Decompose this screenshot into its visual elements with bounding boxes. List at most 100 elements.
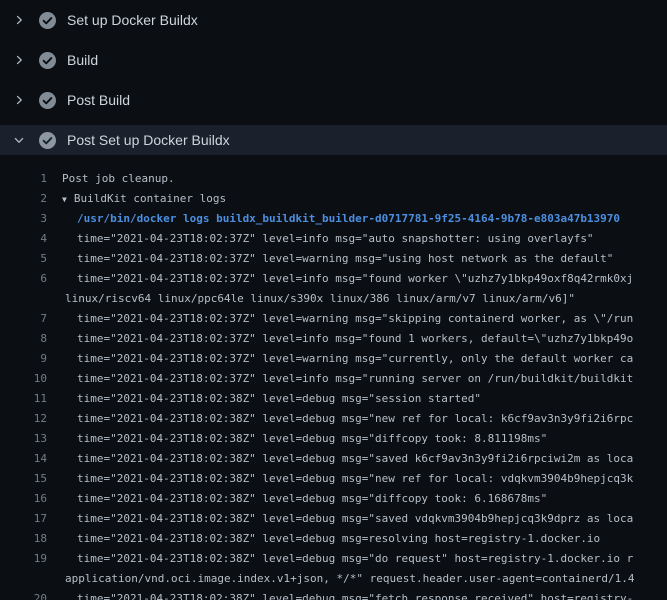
line-number[interactable]: 1 [0,169,47,189]
line-number[interactable]: 12 [0,409,47,429]
log-line-row[interactable]: 15 time="2021-04-23T18:02:38Z" level=debu… [0,469,667,489]
log-text: time="2021-04-23T18:02:37Z" level=warnin… [77,249,613,269]
log-text-value: time="2021-04-23T18:02:38Z" level=debug … [77,432,547,445]
log-text-value: /usr/bin/docker logs buildx_buildkit_bui… [77,212,620,225]
log-text: time="2021-04-23T18:02:38Z" level=debug … [77,409,633,429]
log-line-row[interactable]: application/vnd.oci.image.index.v1+json,… [0,569,667,589]
log-line-row[interactable]: 18 time="2021-04-23T18:02:38Z" level=debu… [0,529,667,549]
line-number[interactable]: 17 [0,509,47,529]
log-text-value: time="2021-04-23T18:02:37Z" level=info m… [77,232,594,245]
log-line-row[interactable]: 19 time="2021-04-23T18:02:38Z" level=debu… [0,549,667,569]
log-text-value: linux/riscv64 linux/ppc64le linux/s390x … [65,292,575,305]
step-build[interactable]: Build [0,40,667,80]
log-line-row[interactable]: 7 time="2021-04-23T18:02:37Z" level=warni… [0,309,667,329]
step-label: Post Build [67,92,130,108]
log-line-row[interactable]: 17 time="2021-04-23T18:02:38Z" level=debu… [0,509,667,529]
log-text: time="2021-04-23T18:02:38Z" level=debug … [77,429,547,449]
log-text-value: time="2021-04-23T18:02:37Z" level=warnin… [77,312,633,325]
step-label: Post Set up Docker Buildx [67,132,230,148]
line-number[interactable]: 16 [0,489,47,509]
log-text: time="2021-04-23T18:02:37Z" level=info m… [77,329,633,349]
log-text: Post job cleanup. [62,169,175,189]
log-group-toggle-icon[interactable]: ▼ [62,195,67,204]
line-number[interactable]: 20 [0,589,47,600]
line-number[interactable]: 13 [0,429,47,449]
log-text: time="2021-04-23T18:02:38Z" level=debug … [77,389,481,409]
log-line-row[interactable]: 11 time="2021-04-23T18:02:38Z" level=debu… [0,389,667,409]
log-line-row[interactable]: 6 time="2021-04-23T18:02:37Z" level=info … [0,269,667,289]
log-text: time="2021-04-23T18:02:38Z" level=debug … [77,509,633,529]
log-line-row[interactable]: 3/usr/bin/docker logs buildx_buildkit_bu… [0,209,667,229]
line-number[interactable]: 11 [0,389,47,409]
chevron-right-icon[interactable] [12,93,26,107]
log-text: time="2021-04-23T18:02:37Z" level=info m… [77,269,633,289]
log-text-value: time="2021-04-23T18:02:37Z" level=info m… [77,272,633,285]
line-number[interactable]: 2 [0,189,47,209]
log-text-value: time="2021-04-23T18:02:38Z" level=debug … [77,472,633,485]
line-number[interactable]: 4 [0,229,47,249]
log-line-row[interactable]: linux/riscv64 linux/ppc64le linux/s390x … [0,289,667,309]
log-line-row[interactable]: 8 time="2021-04-23T18:02:37Z" level=info … [0,329,667,349]
log-text: time="2021-04-23T18:02:38Z" level=debug … [77,549,633,569]
log-text: time="2021-04-23T18:02:38Z" level=debug … [77,529,600,549]
log-text-value: BuildKit container logs [74,192,226,205]
log-line-row[interactable]: 9 time="2021-04-23T18:02:37Z" level=warni… [0,349,667,369]
line-number[interactable]: 10 [0,369,47,389]
log-text-value: time="2021-04-23T18:02:38Z" level=debug … [77,412,633,425]
check-circle-icon [39,52,56,69]
step-label: Set up Docker Buildx [67,12,198,28]
line-number[interactable]: 14 [0,449,47,469]
log-text-value: time="2021-04-23T18:02:38Z" level=debug … [77,392,481,405]
step-list: Set up Docker Buildx Build Post Build Po… [0,0,667,155]
log-text: time="2021-04-23T18:02:38Z" level=debug … [77,589,633,600]
step-post-set-up-docker-buildx[interactable]: Post Set up Docker Buildx [0,125,667,155]
log-text: time="2021-04-23T18:02:38Z" level=debug … [77,469,633,489]
step-set-up-docker-buildx[interactable]: Set up Docker Buildx [0,0,667,40]
log-text-value: application/vnd.oci.image.index.v1+json,… [65,572,635,585]
log-text-value: time="2021-04-23T18:02:37Z" level=warnin… [77,252,613,265]
chevron-right-icon[interactable] [12,53,26,67]
chevron-down-icon[interactable] [12,133,26,147]
check-circle-icon [39,132,56,149]
line-number[interactable]: 3 [0,209,47,229]
log-command-text: /usr/bin/docker logs buildx_buildkit_bui… [77,209,620,229]
line-number[interactable]: 8 [0,329,47,349]
line-number[interactable]: 19 [0,549,47,569]
log-text: time="2021-04-23T18:02:37Z" level=warnin… [77,309,633,329]
line-number[interactable]: 15 [0,469,47,489]
log-line-row[interactable]: 13 time="2021-04-23T18:02:38Z" level=debu… [0,429,667,449]
log-text: time="2021-04-23T18:02:38Z" level=debug … [77,449,633,469]
check-circle-icon [39,12,56,29]
log-line-row[interactable]: 10 time="2021-04-23T18:02:37Z" level=info… [0,369,667,389]
log-text-value: time="2021-04-23T18:02:37Z" level=info m… [77,332,633,345]
check-circle-icon [39,92,56,109]
log-line-row[interactable]: 16 time="2021-04-23T18:02:38Z" level=debu… [0,489,667,509]
log-line-row[interactable]: 20 time="2021-04-23T18:02:38Z" level=debu… [0,589,667,600]
log-text-value: time="2021-04-23T18:02:38Z" level=debug … [77,452,633,465]
log-line-row[interactable]: 12 time="2021-04-23T18:02:38Z" level=debu… [0,409,667,429]
log-text: time="2021-04-23T18:02:37Z" level=warnin… [77,349,633,369]
log-line-row[interactable]: 1 Post job cleanup. [0,169,667,189]
step-label: Build [67,52,98,68]
line-number[interactable]: 9 [0,349,47,369]
log-line-row[interactable]: 2 ▼ BuildKit container logs [0,189,667,209]
log-text-value: Post job cleanup. [62,172,175,185]
line-number[interactable]: 18 [0,529,47,549]
log-text-value: time="2021-04-23T18:02:37Z" level=info m… [77,372,633,385]
log-text: linux/riscv64 linux/ppc64le linux/s390x … [65,289,575,309]
chevron-right-icon[interactable] [12,13,26,27]
step-post-build[interactable]: Post Build [0,80,667,120]
log-text-value: time="2021-04-23T18:02:38Z" level=debug … [77,592,633,600]
log-text-value: time="2021-04-23T18:02:38Z" level=debug … [77,492,547,505]
line-number[interactable]: 5 [0,249,47,269]
line-number[interactable]: 7 [0,309,47,329]
line-number[interactable]: 6 [0,269,47,289]
log-line-row[interactable]: 14 time="2021-04-23T18:02:38Z" level=debu… [0,449,667,469]
log-text: time="2021-04-23T18:02:37Z" level=info m… [77,229,594,249]
log-text-value: time="2021-04-23T18:02:37Z" level=warnin… [77,352,633,365]
log-text-value: time="2021-04-23T18:02:38Z" level=debug … [77,532,600,545]
log-text: time="2021-04-23T18:02:38Z" level=debug … [77,489,547,509]
log-line-row[interactable]: 4 time="2021-04-23T18:02:37Z" level=info … [0,229,667,249]
log-line-row[interactable]: 5 time="2021-04-23T18:02:37Z" level=warni… [0,249,667,269]
log-text: ▼ BuildKit container logs [62,189,226,210]
